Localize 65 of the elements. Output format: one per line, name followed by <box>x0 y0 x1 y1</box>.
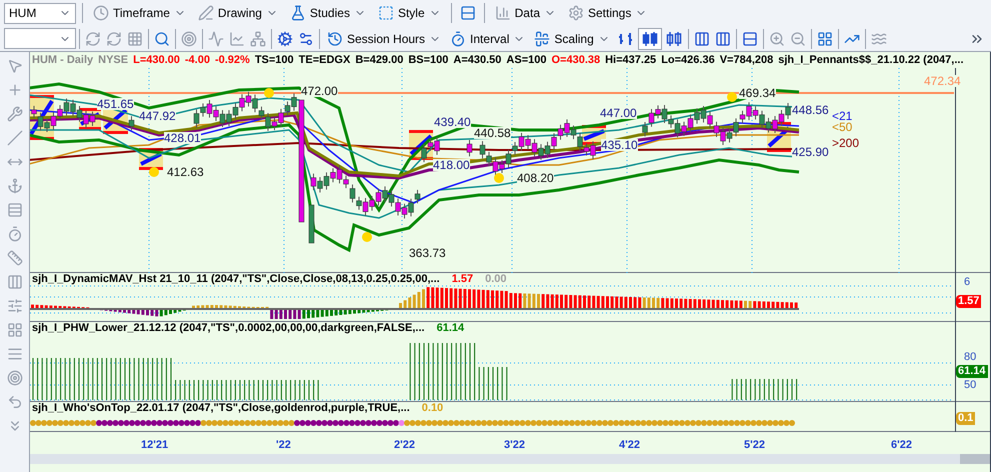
indicator-title: sjh_I_DynamicMAV_Hst 21_10_11 (2047,"TS",Close,Close,08,13,0.25,0.25,00,... <box>32 274 440 285</box>
date-label: 5'22 <box>744 438 765 453</box>
quote-field: -0.92% <box>214 52 250 68</box>
quote-field: sjh_I_Pennants$$_21.10.22 (2047,... <box>778 52 964 68</box>
value-badge: 1.57 <box>956 295 982 308</box>
price-label: 447.92 <box>139 110 176 122</box>
price-label: 412.63 <box>167 166 204 178</box>
date-label: 3'22 <box>504 438 525 453</box>
price-label: <21 <box>832 110 852 122</box>
price-label: >200 <box>832 137 860 149</box>
menu-button[interactable]: Data <box>490 4 560 22</box>
quote-field: AS=100 <box>506 52 546 68</box>
price-label: 408.20 <box>517 172 554 184</box>
quote-field: TE=EDGX <box>298 52 350 68</box>
menu-button[interactable]: Drawing <box>194 4 282 22</box>
quote-field: -4.00 <box>184 52 210 68</box>
menu-button[interactable]: Style <box>374 4 445 22</box>
indicator-value: 0.10 <box>422 403 444 414</box>
indicator-value: 0.00 <box>485 274 507 285</box>
price-label: 469.34 <box>739 87 776 99</box>
price-label: <50 <box>832 121 852 133</box>
price-label: 435.10 <box>601 139 638 151</box>
menu-button[interactable]: Scaling <box>530 30 614 48</box>
price-label: 439.40 <box>434 116 471 128</box>
price-label: 451.65 <box>97 98 134 110</box>
quote-field: Lo=426.36 <box>661 52 715 68</box>
quote-field: B=429.00 <box>355 52 404 68</box>
price-label: 448.56 <box>792 104 829 116</box>
price-label: 472.34 <box>924 75 961 87</box>
axis-label: 6 <box>964 277 970 288</box>
menu-button[interactable]: Settings <box>564 4 652 22</box>
date-label: 4'22 <box>619 438 640 453</box>
value-badge: 61.14 <box>956 365 988 378</box>
quote-field: Hi=437.25 <box>605 52 656 68</box>
menu-button[interactable]: Timeframe <box>89 4 190 22</box>
price-label: 363.73 <box>409 247 446 259</box>
value-badge: 0.1 <box>956 412 976 425</box>
date-label: 6'22 <box>891 438 912 453</box>
quote-field: BS=100 <box>408 52 448 68</box>
axis-label: 80 <box>964 352 976 363</box>
price-label: 440.58 <box>474 127 511 139</box>
date-label: 12'21 <box>141 438 168 453</box>
price-label: 425.90 <box>792 146 829 158</box>
quote-field: HUM - Daily <box>32 52 94 68</box>
quote-field: V=784,208 <box>720 52 774 68</box>
indicator-title: sjh_I_PHW_Lower_21.12.12 (2047,"TS",0.0002,00,00,00,darkgreen,FALSE,... <box>32 323 425 334</box>
quote-field: O=430.38 <box>551 52 600 68</box>
indicator-title: sjh_I_Who'sOnTop_22.01.17 (2047,"TS",Close,goldenrod,purple,TRUE,... <box>32 403 410 414</box>
date-label: '22 <box>276 438 291 453</box>
axis-label: 50 <box>964 380 976 391</box>
price-label: 447.00 <box>600 107 637 119</box>
price-label: 418.00 <box>433 159 470 171</box>
indicator-value: 61.14 <box>436 323 464 334</box>
quote-field: L=430.00 <box>133 52 180 68</box>
price-label: 428.01 <box>164 132 201 144</box>
symbol-field[interactable]: HUM <box>4 2 76 24</box>
menu-button[interactable]: Session Hours <box>323 30 446 48</box>
indicator-value: 1.57 <box>452 274 474 285</box>
quote-field: A=430.50 <box>453 52 502 68</box>
menu-button[interactable]: Studies <box>286 4 370 22</box>
quote-field: NYSE <box>98 52 128 68</box>
date-label: 2'22 <box>394 438 415 453</box>
menu-button[interactable]: Interval <box>446 30 530 48</box>
price-label: 472.00 <box>301 85 338 97</box>
quote-field: TS=100 <box>254 52 294 68</box>
